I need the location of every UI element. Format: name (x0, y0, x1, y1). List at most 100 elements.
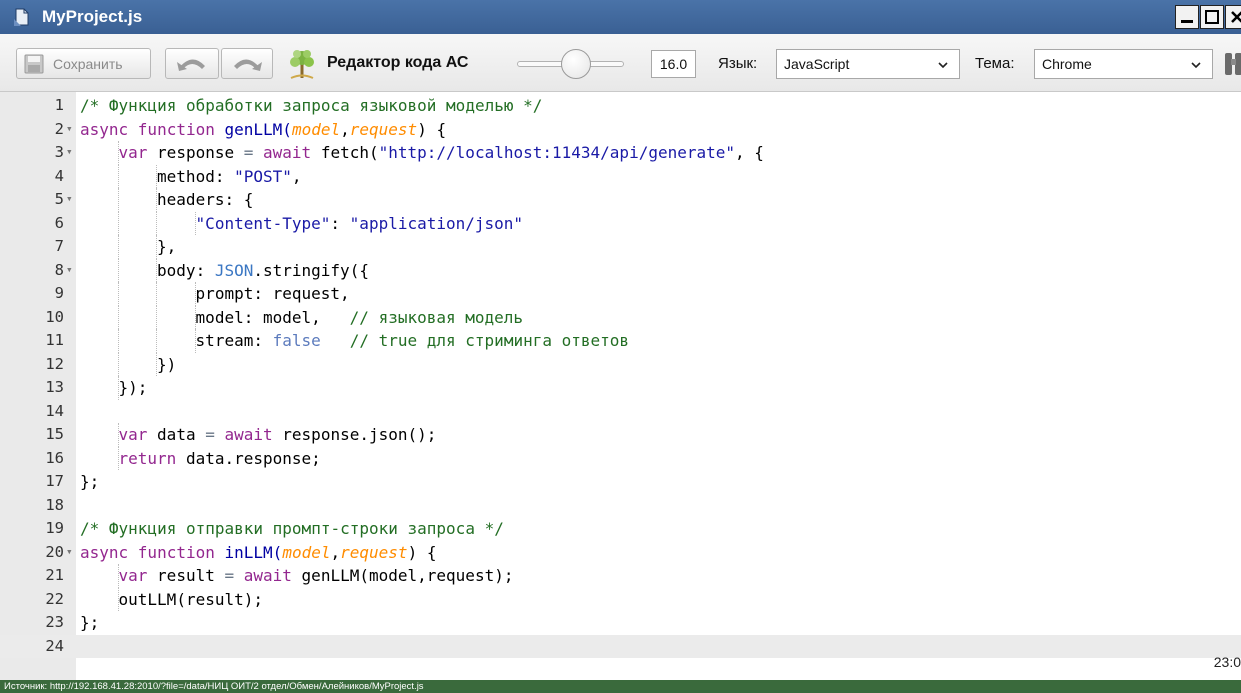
line-number: 7 (54, 237, 64, 255)
code-line[interactable]: 6 "Content-Type": "application/json" (0, 211, 1241, 235)
code-line[interactable]: 14 (0, 400, 1241, 424)
code-token: result (157, 566, 225, 585)
line-number: 20 (45, 542, 64, 561)
code-line[interactable]: 18 (0, 494, 1241, 518)
code-token: "http://localhost:11434/api/generate" (378, 143, 736, 162)
language-select[interactable]: JavaScript (776, 49, 960, 79)
code-line[interactable]: 15 var data = await response.json(); (0, 423, 1241, 447)
line-number: 16 (45, 448, 64, 467)
maximize-icon (1205, 10, 1219, 24)
indent-guide (117, 188, 119, 212)
window-title: MyProject.js (42, 7, 143, 26)
code-text: return data.response; (119, 447, 321, 471)
code-token: , (330, 542, 341, 562)
code-line[interactable]: 3 ▾ var response = await fetch("http://loc… (0, 141, 1241, 165)
code-line[interactable]: 7}, (0, 235, 1241, 259)
code-token: // языковая модель (349, 307, 524, 327)
code-token: = (243, 143, 264, 162)
close-button[interactable] (1225, 5, 1241, 29)
indent-guide (117, 258, 119, 282)
code-line[interactable]: 20 ▾ async function inLLM(model,request) { (0, 541, 1241, 565)
tree-logo-icon (285, 47, 319, 81)
toolbar: Сохранить Редактор кода АС 16.0 Язык: Ja… (0, 34, 1241, 92)
code-text: prompt: request, (196, 282, 350, 306)
code-line[interactable]: 11 stream: false // true для стриминга от… (0, 329, 1241, 353)
line-number: 19 (45, 519, 64, 537)
theme-label: Тема: (975, 55, 1015, 72)
code-line[interactable]: 5 ▾ headers: { (0, 188, 1241, 212)
code-line[interactable]: 2 ▾ async function genLLM(model,request) { (0, 118, 1241, 142)
line-number: 24 (45, 636, 64, 655)
theme-select[interactable]: Chrome (1034, 49, 1213, 79)
code-line[interactable]: 1 /* Функция обработки запроса языковой м… (0, 94, 1241, 118)
code-token: }; (80, 613, 100, 632)
code-token: ) { (417, 119, 447, 139)
line-number: 3 (54, 143, 64, 161)
chevron-down-icon (938, 62, 948, 69)
code-token: async (80, 542, 138, 562)
code-line[interactable]: 4 method: "POST", (0, 164, 1241, 188)
code-token: model: model, (195, 307, 350, 327)
fold-toggle-icon[interactable]: ▾ (66, 258, 73, 282)
document-icon (12, 7, 32, 27)
slider-thumb[interactable] (561, 49, 591, 79)
fold-toggle-icon[interactable]: ▾ (66, 540, 73, 564)
line-number: 2 (54, 119, 64, 138)
font-size-value[interactable]: 16.0 (651, 50, 696, 78)
line-number: 12 (45, 354, 64, 373)
code-text: /* Функция обработки запроса языковой мо… (80, 94, 542, 118)
code-token: ) { (407, 542, 437, 562)
code-line[interactable]: 21 var result = await genLLM(model,reques… (0, 564, 1241, 588)
code-token: genLLM(model,request); (301, 566, 514, 585)
code-text: headers: { (157, 188, 253, 212)
code-token: var (118, 143, 158, 162)
fold-toggle-icon[interactable]: ▾ (66, 117, 73, 141)
indent-guide (156, 211, 158, 235)
save-button-label: Сохранить (53, 55, 123, 72)
line-number: 13 (45, 378, 64, 396)
code-token: // true для стриминга ответов (349, 331, 630, 350)
line-number: 9 (54, 284, 64, 302)
code-line[interactable]: 10 model: model, // языковая модель (0, 305, 1241, 329)
line-number: 8 (54, 260, 64, 279)
fold-toggle-icon[interactable]: ▾ (66, 187, 73, 211)
code-text: var response = await fetch("http://local… (119, 141, 764, 165)
font-size-slider[interactable] (517, 49, 624, 79)
code-line[interactable]: 19 /* Функция отправки промпт-строки запр… (0, 517, 1241, 541)
code-token: genLLM (224, 119, 283, 139)
code-line[interactable]: 9 prompt: request, (0, 282, 1241, 306)
floppy-disk-icon (23, 53, 45, 75)
binoculars-icon[interactable] (1224, 47, 1241, 81)
code-line[interactable]: 13}); (0, 376, 1241, 400)
code-line[interactable]: 17}; (0, 470, 1241, 494)
code-line[interactable]: 8 ▾ body: JSON.stringify({ (0, 258, 1241, 282)
code-line[interactable]: 12}) (0, 352, 1241, 376)
line-number: 6 (54, 213, 64, 232)
redo-button[interactable] (221, 48, 273, 79)
line-number: 18 (45, 495, 64, 514)
maximize-button[interactable] (1200, 5, 1224, 29)
code-line[interactable]: 22 outLLM(result); (0, 587, 1241, 611)
minimize-button[interactable] (1175, 5, 1199, 29)
code-token: }, (157, 237, 177, 256)
undo-button[interactable] (165, 48, 219, 79)
code-text: var result = await genLLM(model,request)… (119, 564, 514, 588)
code-token: : (330, 213, 350, 233)
code-line[interactable]: 16 return data.response; (0, 446, 1241, 471)
fold-toggle-icon[interactable]: ▾ (66, 140, 73, 164)
code-line[interactable]: 24 (0, 634, 1241, 658)
undo-icon (177, 58, 205, 71)
code-token: data (157, 425, 206, 444)
code-editor[interactable]: 1 /* Функция обработки запроса языковой м… (0, 92, 1241, 680)
code-line[interactable]: 23}; (0, 611, 1241, 635)
code-token: function (137, 119, 225, 139)
code-text: }; (80, 611, 99, 635)
code-lines[interactable]: 1 /* Функция обработки запроса языковой м… (0, 94, 1241, 658)
chevron-down-icon (1191, 62, 1201, 69)
save-button[interactable]: Сохранить (16, 48, 151, 79)
status-bar: Источник: http://192.168.41.28:2010/?fil… (0, 680, 1241, 693)
code-token: /* Функция отправки промпт-строки запрос… (80, 519, 504, 538)
theme-select-value: Chrome (1042, 56, 1092, 72)
indent-guide (117, 282, 119, 306)
code-token: stream: (195, 331, 273, 350)
